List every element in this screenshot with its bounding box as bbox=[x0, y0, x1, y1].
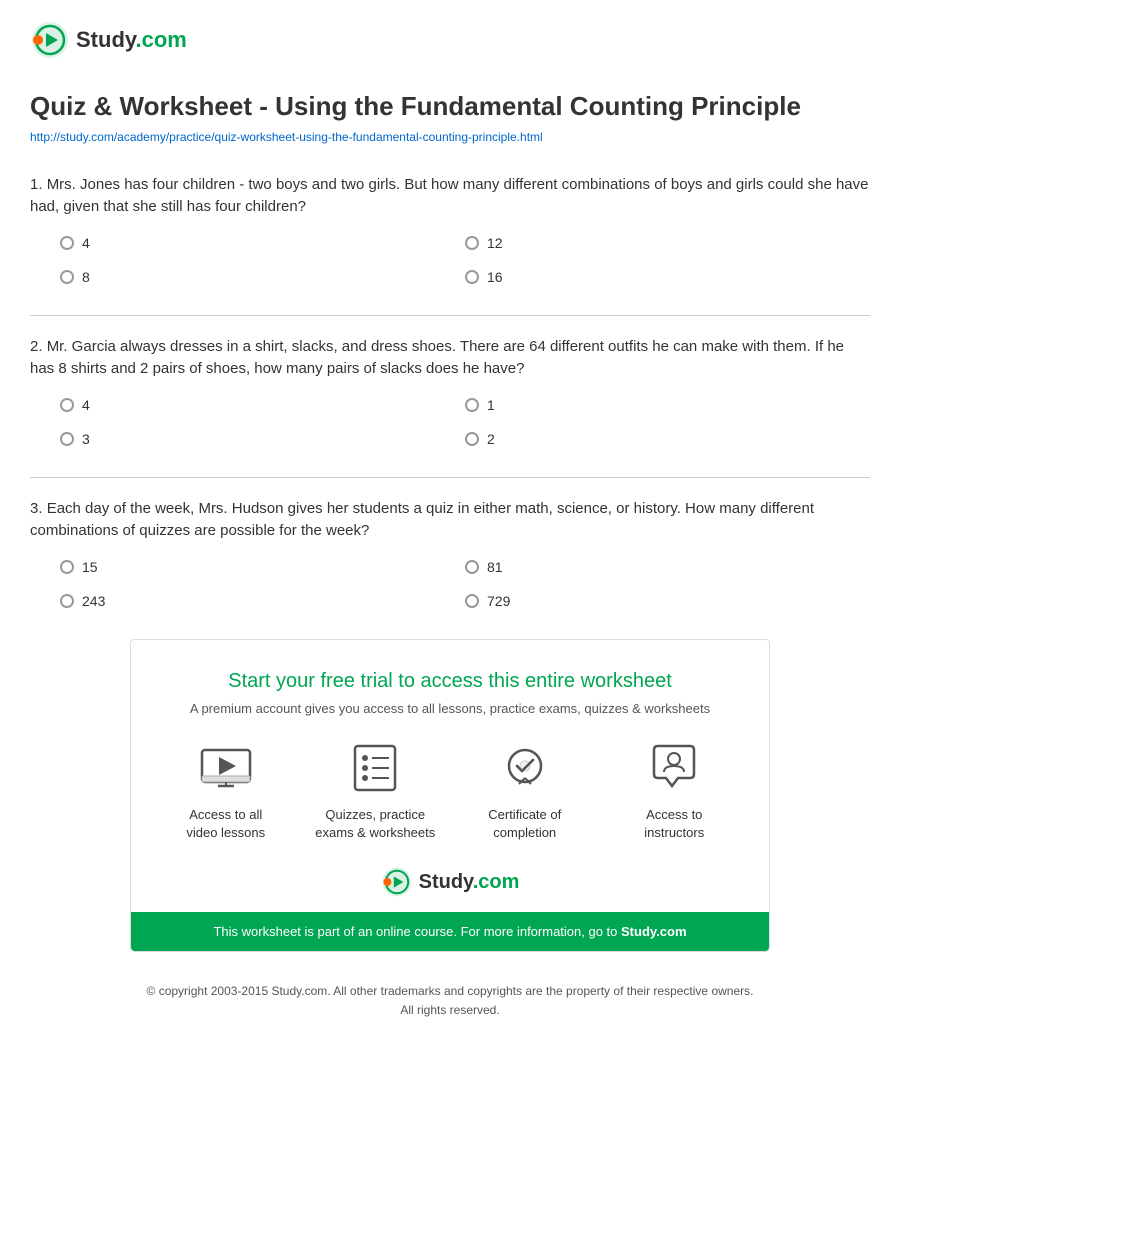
radio-button[interactable] bbox=[60, 432, 74, 446]
answer-option[interactable]: 16 bbox=[465, 269, 870, 285]
feature-quizzes: Quizzes, practiceexams & worksheets bbox=[310, 740, 440, 842]
divider bbox=[30, 477, 870, 478]
answer-option[interactable]: 1 bbox=[465, 397, 870, 413]
premium-logo-icon bbox=[381, 866, 413, 898]
radio-button[interactable] bbox=[465, 432, 479, 446]
radio-button[interactable] bbox=[465, 560, 479, 574]
answer-option[interactable]: 729 bbox=[465, 593, 870, 609]
question-2-answers: 4 1 3 2 bbox=[30, 397, 870, 447]
instructors-icon bbox=[646, 740, 702, 796]
feature-quizzes-label: Quizzes, practiceexams & worksheets bbox=[315, 806, 435, 842]
premium-title: Start your free trial to access this ent… bbox=[151, 670, 749, 693]
radio-button[interactable] bbox=[60, 236, 74, 250]
logo-icon bbox=[30, 20, 70, 60]
answer-option[interactable]: 243 bbox=[60, 593, 465, 609]
feature-certificate-label: Certificate ofcompletion bbox=[488, 806, 561, 842]
page-title: Quiz & Worksheet - Using the Fundamental… bbox=[30, 90, 870, 124]
radio-button[interactable] bbox=[60, 398, 74, 412]
copyright-line1: © copyright 2003-2015 Study.com. All oth… bbox=[30, 982, 870, 1001]
question-3-answers: 15 81 243 729 bbox=[30, 559, 870, 609]
answer-option[interactable]: 8 bbox=[60, 269, 465, 285]
feature-instructors-label: Access toinstructors bbox=[644, 806, 704, 842]
answer-option[interactable]: 12 bbox=[465, 235, 870, 251]
quizzes-icon bbox=[347, 740, 403, 796]
premium-footer: This worksheet is part of an online cour… bbox=[131, 912, 769, 951]
question-3-text: 3. Each day of the week, Mrs. Hudson giv… bbox=[30, 498, 870, 543]
question-2-text: 2. Mr. Garcia always dresses in a shirt,… bbox=[30, 336, 870, 381]
logo-area: Study.com bbox=[30, 20, 870, 60]
radio-button[interactable] bbox=[465, 270, 479, 284]
copyright-area: © copyright 2003-2015 Study.com. All oth… bbox=[30, 982, 870, 1020]
radio-button[interactable] bbox=[60, 270, 74, 284]
answer-option[interactable]: 2 bbox=[465, 431, 870, 447]
question-1: 1. Mrs. Jones has four children - two bo… bbox=[30, 174, 870, 285]
feature-instructors: Access toinstructors bbox=[609, 740, 739, 842]
radio-button[interactable] bbox=[465, 398, 479, 412]
question-1-text: 1. Mrs. Jones has four children - two bo… bbox=[30, 174, 870, 219]
feature-video-lessons-label: Access to allvideo lessons bbox=[186, 806, 265, 842]
features-row: Access to allvideo lessons Quizzes, prac… bbox=[151, 740, 749, 842]
logo[interactable]: Study.com bbox=[30, 20, 870, 60]
feature-certificate: Certificate ofcompletion bbox=[460, 740, 590, 842]
answer-option[interactable]: 4 bbox=[60, 397, 465, 413]
radio-button[interactable] bbox=[465, 594, 479, 608]
answer-option[interactable]: 4 bbox=[60, 235, 465, 251]
page-url[interactable]: http://study.com/academy/practice/quiz-w… bbox=[30, 130, 870, 144]
logo-text: Study.com bbox=[76, 27, 187, 53]
premium-logo-text: Study.com bbox=[419, 871, 520, 894]
premium-box: Start your free trial to access this ent… bbox=[130, 639, 770, 952]
premium-logo: Study.com bbox=[151, 866, 749, 898]
copyright-line2: All rights reserved. bbox=[30, 1001, 870, 1020]
question-1-answers: 4 12 8 16 bbox=[30, 235, 870, 285]
answer-option[interactable]: 15 bbox=[60, 559, 465, 575]
premium-subtitle: A premium account gives you access to al… bbox=[151, 701, 749, 716]
video-lessons-icon bbox=[198, 740, 254, 796]
divider bbox=[30, 315, 870, 316]
radio-button[interactable] bbox=[60, 594, 74, 608]
certificate-icon bbox=[497, 740, 553, 796]
feature-video-lessons: Access to allvideo lessons bbox=[161, 740, 291, 842]
answer-option[interactable]: 81 bbox=[465, 559, 870, 575]
radio-button[interactable] bbox=[60, 560, 74, 574]
answer-option[interactable]: 3 bbox=[60, 431, 465, 447]
question-3: 3. Each day of the week, Mrs. Hudson giv… bbox=[30, 498, 870, 609]
radio-button[interactable] bbox=[465, 236, 479, 250]
question-2: 2. Mr. Garcia always dresses in a shirt,… bbox=[30, 336, 870, 447]
